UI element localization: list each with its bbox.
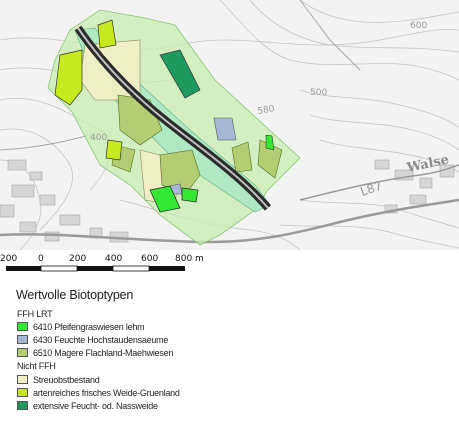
legend-label: 6430 Feuchte Hochstaudensaeume [33,334,169,345]
scale-segment [40,265,78,272]
legend-swatch [17,322,28,331]
legend-label: 6510 Magere Flachland-Maehwiesen [33,347,174,358]
legend-title: Wertvolle Biotoptypen [16,288,134,302]
biotope-map[interactable]: 400 580 500 600 L87 Walse [0,0,459,250]
scale-bar [6,265,185,272]
legend-item-6430[interactable]: 6430 Feuchte Hochstaudensaeume [17,334,168,345]
scale-segment [6,266,41,271]
legend-swatch [17,375,28,384]
legend-item-6410[interactable]: 6410 Pfeifengraswiesen lehm [17,321,145,332]
legend-label: 6410 Pfeifengraswiesen lehm [33,321,145,332]
scale-segment [112,265,150,272]
legend-swatch [17,401,28,410]
scale-segment [77,266,113,271]
legend-item-orchard[interactable]: Streuobstbestand [17,374,100,385]
meadow-patch[interactable] [105,139,123,161]
legend-label: Streuobstbestand [33,374,100,385]
legend-swatch [17,348,28,357]
legend-item-wet-pasture[interactable]: extensive Feucht- od. Nassweide [17,400,158,411]
legend-group-label: FFH LRT [17,309,53,319]
legend-swatch [17,335,28,344]
topo-label: 400 [90,133,107,143]
topo-label: 500 [310,88,327,98]
legend-group-label: Nicht FFH [17,361,56,371]
legend-swatch [17,388,28,397]
legend-item-6510[interactable]: 6510 Magere Flachland-Maehwiesen [17,347,173,358]
legend-label: artenreiches frisches Weide-Gruenland [33,387,180,398]
6430-patch[interactable] [213,117,237,141]
6410-patch[interactable] [181,187,199,203]
topo-label: 600 [410,21,427,31]
legend-item-meadow[interactable]: artenreiches frisches Weide-Gruenland [17,387,180,398]
scale-segment [149,266,185,271]
legend-label: extensive Feucht- od. Nassweide [33,400,158,411]
